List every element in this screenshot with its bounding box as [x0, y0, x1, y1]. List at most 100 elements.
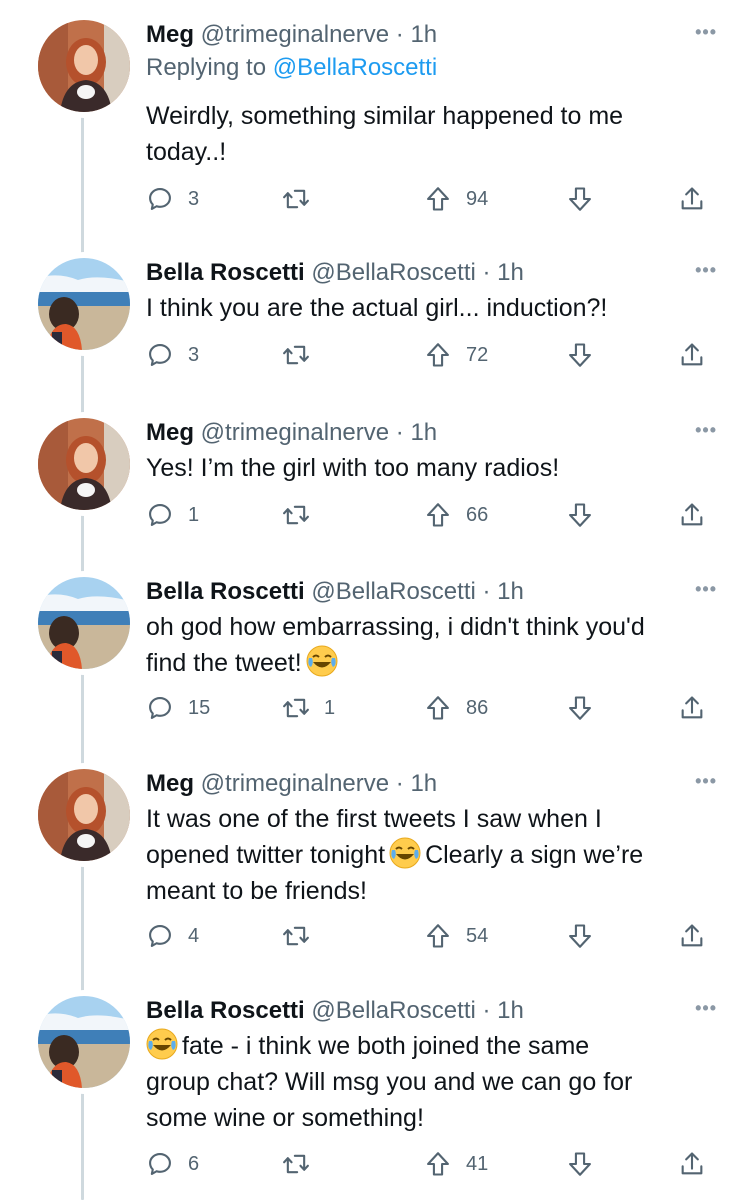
- upvote-count: 66: [466, 503, 489, 526]
- downvote-arrow-icon: [566, 694, 594, 722]
- more-options-icon[interactable]: •••: [695, 771, 717, 792]
- reply-count: 1: [188, 503, 200, 526]
- upvote-arrow-icon: [424, 694, 452, 722]
- author-name[interactable]: Bella Roscetti: [146, 578, 305, 605]
- share-icon: [678, 501, 706, 529]
- share-button[interactable]: [678, 693, 706, 723]
- action-bar: 3 94: [146, 184, 716, 214]
- upvote-button[interactable]: 41: [424, 1149, 488, 1179]
- downvote-button[interactable]: [566, 184, 594, 214]
- downvote-button[interactable]: [566, 1149, 594, 1179]
- share-icon: [678, 922, 706, 950]
- retweet-button[interactable]: 1: [282, 693, 335, 723]
- replying-to-handle-link[interactable]: @BellaRoscetti: [273, 54, 437, 81]
- upvote-button[interactable]: 66: [424, 500, 488, 530]
- action-bar: 1 66: [146, 500, 716, 530]
- avatar[interactable]: [38, 996, 130, 1088]
- downvote-arrow-icon: [566, 341, 594, 369]
- retweet-button[interactable]: [282, 921, 324, 951]
- retweet-button[interactable]: [282, 184, 324, 214]
- action-bar: 6 41: [146, 1149, 716, 1179]
- reply-button[interactable]: 3: [146, 340, 199, 370]
- retweet-button[interactable]: [282, 340, 324, 370]
- timestamp[interactable]: · 1h: [396, 21, 437, 48]
- upvote-button[interactable]: 86: [424, 693, 488, 723]
- downvote-arrow-icon: [566, 922, 594, 950]
- author-name[interactable]: Bella Roscetti: [146, 259, 305, 286]
- tweet-text: It was one of the first tweets I saw whe…: [146, 805, 644, 905]
- share-icon: [678, 694, 706, 722]
- reply-button[interactable]: 4: [146, 921, 199, 951]
- downvote-button[interactable]: [566, 500, 594, 530]
- share-button[interactable]: [678, 184, 706, 214]
- reply-button[interactable]: 1: [146, 500, 199, 530]
- reply-count: 3: [188, 343, 200, 366]
- upvote-button[interactable]: 72: [424, 340, 488, 370]
- more-options-icon[interactable]: •••: [695, 420, 717, 441]
- retweet-count: 1: [324, 696, 336, 719]
- more-options-icon[interactable]: •••: [695, 22, 717, 43]
- avatar[interactable]: [38, 258, 130, 350]
- upvote-arrow-icon: [424, 922, 452, 950]
- avatar[interactable]: [38, 769, 130, 861]
- timestamp[interactable]: · 1h: [396, 770, 437, 797]
- share-icon: [678, 1150, 706, 1178]
- downvote-arrow-icon: [566, 185, 594, 213]
- share-button[interactable]: [678, 921, 706, 951]
- author-handle[interactable]: @trimeginalnerve: [201, 419, 389, 446]
- upvote-count: 94: [466, 187, 489, 210]
- downvote-arrow-icon: [566, 1150, 594, 1178]
- author-name[interactable]: Meg: [146, 21, 194, 48]
- upvote-button[interactable]: 94: [424, 184, 488, 214]
- downvote-arrow-icon: [566, 501, 594, 529]
- more-options-icon[interactable]: •••: [695, 260, 717, 281]
- reply-button[interactable]: 3: [146, 184, 199, 214]
- timestamp[interactable]: · 1h: [483, 997, 524, 1024]
- retweet-button[interactable]: [282, 1149, 324, 1179]
- author-handle[interactable]: @BellaRoscetti: [311, 259, 475, 286]
- action-bar: 3 72: [146, 340, 716, 370]
- share-button[interactable]: [678, 340, 706, 370]
- reply-count: 6: [188, 1152, 200, 1175]
- tweet-text: oh god how embarrassing, i didn't think …: [146, 613, 645, 677]
- reply-icon: [146, 694, 174, 722]
- author-handle[interactable]: @trimeginalnerve: [201, 770, 389, 797]
- avatar[interactable]: [38, 577, 130, 669]
- downvote-button[interactable]: [566, 921, 594, 951]
- face-with-tears-of-joy-icon: [146, 1028, 178, 1060]
- downvote-button[interactable]: [566, 340, 594, 370]
- face-with-tears-of-joy-icon: [389, 837, 421, 869]
- upvote-arrow-icon: [424, 341, 452, 369]
- reply-count: 3: [188, 187, 200, 210]
- upvote-arrow-icon: [424, 501, 452, 529]
- author-handle[interactable]: @BellaRoscetti: [311, 578, 475, 605]
- timestamp[interactable]: · 1h: [396, 419, 437, 446]
- more-options-icon[interactable]: •••: [695, 579, 717, 600]
- avatar[interactable]: [38, 418, 130, 510]
- reply-icon: [146, 185, 174, 213]
- upvote-count: 41: [466, 1152, 489, 1175]
- author-name[interactable]: Meg: [146, 770, 194, 797]
- timestamp[interactable]: · 1h: [483, 578, 524, 605]
- timestamp[interactable]: · 1h: [483, 259, 524, 286]
- author-name[interactable]: Meg: [146, 419, 194, 446]
- upvote-arrow-icon: [424, 185, 452, 213]
- reply-button[interactable]: 15: [146, 693, 210, 723]
- retweet-icon: [282, 694, 310, 722]
- face-with-tears-of-joy-icon: [306, 645, 338, 677]
- downvote-button[interactable]: [566, 693, 594, 723]
- author-handle[interactable]: @trimeginalnerve: [201, 21, 389, 48]
- author-name[interactable]: Bella Roscetti: [146, 997, 305, 1024]
- avatar[interactable]: [38, 20, 130, 112]
- retweet-button[interactable]: [282, 500, 324, 530]
- share-button[interactable]: [678, 1149, 706, 1179]
- more-options-icon[interactable]: •••: [695, 998, 717, 1019]
- share-button[interactable]: [678, 500, 706, 530]
- author-handle[interactable]: @BellaRoscetti: [311, 997, 475, 1024]
- retweet-icon: [282, 1150, 310, 1178]
- reply-button[interactable]: 6: [146, 1149, 199, 1179]
- action-bar: 4 54: [146, 921, 716, 951]
- reply-count: 4: [188, 924, 200, 947]
- upvote-button[interactable]: 54: [424, 921, 488, 951]
- reply-icon: [146, 1150, 174, 1178]
